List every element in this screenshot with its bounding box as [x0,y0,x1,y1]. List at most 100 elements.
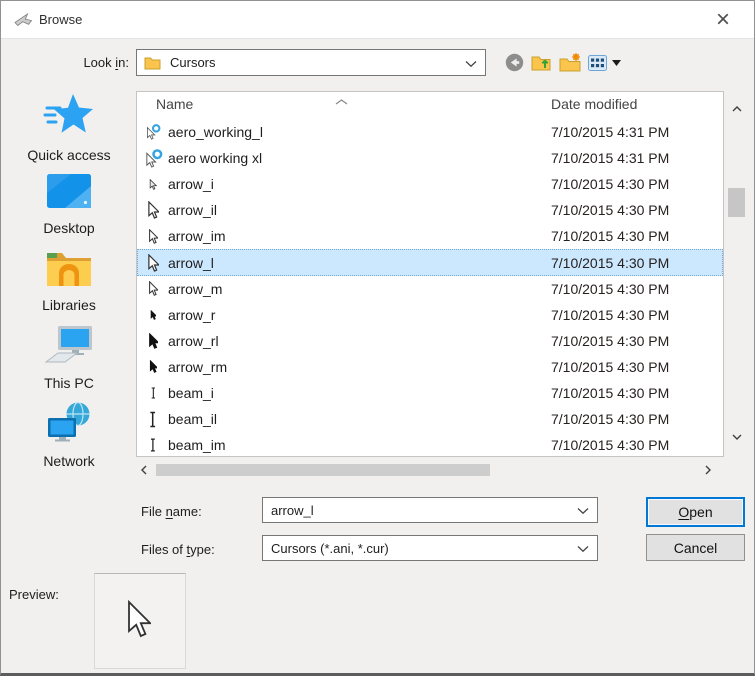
file-date: 7/10/2015 4:31 PM [551,124,669,140]
chevron-down-icon [577,541,589,556]
new-folder-icon[interactable] [559,53,581,72]
file-row[interactable]: beam_il 7/10/2015 4:30 PM [137,406,723,432]
cursor-file-icon [142,201,164,219]
cursor-file-icon [142,333,164,349]
open-button[interactable]: Open [646,497,745,527]
preview-pane [94,573,186,669]
file-list: Name Date modified aero_working_l 7/10/20… [136,91,724,457]
look-in-value: Cursors [170,55,216,70]
file-row[interactable]: arrow_r 7/10/2015 4:30 PM [137,302,723,328]
files-of-type-dropdown[interactable]: Cursors (*.ani, *.cur) [262,535,598,561]
file-name: arrow_im [168,228,226,244]
file-row[interactable]: arrow_m 7/10/2015 4:30 PM [137,276,723,302]
libraries-icon [45,247,93,294]
file-rows: aero_working_l 7/10/2015 4:31 PM aero wor… [137,119,723,458]
browse-dialog: Browse × Look in: Cursors [0,0,755,676]
up-one-level-icon[interactable] [531,53,552,72]
cursor-file-icon [142,360,164,373]
file-date: 7/10/2015 4:30 PM [551,385,669,401]
file-date: 7/10/2015 4:30 PM [551,411,669,427]
file-name: beam_il [168,411,217,427]
sidebar-item-label: Quick access [27,147,110,163]
file-date: 7/10/2015 4:30 PM [551,281,669,297]
look-in-dropdown[interactable]: Cursors [136,49,486,76]
file-name: arrow_il [168,202,217,218]
files-of-type-value: Cursors (*.ani, *.cur) [271,541,389,556]
file-row[interactable]: arrow_rm7/10/2015 4:30 PM [137,354,723,380]
cursor-file-icon [142,149,164,168]
preview-cursor-icon [125,600,151,643]
file-row[interactable]: arrow_im 7/10/2015 4:30 PM [137,223,723,249]
file-name-input[interactable]: arrow_l [262,497,598,523]
file-row[interactable]: arrow_i7/10/2015 4:30 PM [137,171,723,197]
sidebar-item-label: This PC [44,375,94,391]
sidebar-item-this-pc[interactable]: This PC [9,325,129,391]
chevron-down-icon [465,55,477,70]
file-date: 7/10/2015 4:30 PM [551,176,669,192]
file-row[interactable]: aero_working_l 7/10/2015 4:31 PM [137,119,723,145]
files-of-type-label: Files of type: [141,542,215,557]
file-row[interactable]: beam_im 7/10/2015 4:30 PM [137,432,723,458]
file-name: aero_working_l [168,124,263,140]
scroll-up-icon[interactable] [732,99,742,117]
close-icon[interactable]: × [708,5,738,35]
file-row[interactable]: arrow_il 7/10/2015 4:30 PM [137,197,723,223]
vertical-scrollbar[interactable] [725,91,748,457]
window-title: Browse [39,12,82,27]
back-icon[interactable] [505,53,524,72]
navigation-toolbar [505,53,621,72]
cursor-app-icon [14,13,33,32]
sidebar-item-desktop[interactable]: Desktop [9,171,129,236]
cursor-file-icon [142,254,164,272]
sidebar-item-network[interactable]: Network [9,401,129,469]
file-name: arrow_r [168,307,215,323]
horizontal-scrollbar[interactable] [136,461,724,480]
file-date: 7/10/2015 4:30 PM [551,359,669,375]
file-name: arrow_m [168,281,222,297]
preview-label: Preview: [9,587,59,602]
cursor-file-icon [142,179,164,190]
file-date: 7/10/2015 4:31 PM [551,150,669,166]
folder-icon [144,56,161,70]
file-row-selected[interactable]: arrow_l7/10/2015 4:30 PM [137,249,723,275]
chevron-down-icon [577,503,589,518]
cancel-button[interactable]: Cancel [646,534,745,561]
cursor-file-icon [142,229,164,244]
sidebar-item-quick-access[interactable]: Quick access [9,93,129,163]
file-date: 7/10/2015 4:30 PM [551,255,669,271]
file-name: beam_i [168,385,214,401]
column-header-name[interactable]: Name [156,96,193,112]
network-icon [44,401,94,450]
title-bar: Browse × [1,1,754,39]
file-row[interactable]: beam_i 7/10/2015 4:30 PM [137,380,723,406]
file-row[interactable]: aero working xl 7/10/2015 4:31 PM [137,145,723,171]
sidebar-item-libraries[interactable]: Libraries [9,247,129,313]
cursor-file-icon [142,387,164,399]
sidebar-item-label: Libraries [42,297,96,313]
file-name: beam_im [168,437,226,453]
file-row[interactable]: arrow_rl 7/10/2015 4:30 PM [137,328,723,354]
this-pc-icon [44,325,94,372]
column-header-date-modified[interactable]: Date modified [551,96,637,112]
file-name: aero working xl [168,150,262,166]
vertical-scroll-thumb[interactable] [728,188,745,217]
quick-access-icon [43,93,95,144]
sidebar-item-label: Desktop [43,220,94,236]
file-name: arrow_rl [168,333,219,349]
view-menu-icon[interactable] [588,55,607,71]
file-date: 7/10/2015 4:30 PM [551,228,669,244]
file-date: 7/10/2015 4:30 PM [551,437,669,453]
horizontal-scroll-thumb[interactable] [156,464,490,476]
scroll-right-icon[interactable] [705,462,711,480]
cursor-file-icon [142,310,164,320]
cursor-file-icon [142,124,164,140]
desktop-icon [45,171,93,217]
view-menu-caret-icon[interactable] [612,60,621,66]
scroll-left-icon[interactable] [141,462,147,480]
sidebar-item-label: Network [43,453,94,469]
file-date: 7/10/2015 4:30 PM [551,202,669,218]
file-date: 7/10/2015 4:30 PM [551,307,669,323]
file-name-value: arrow_l [271,503,314,518]
file-date: 7/10/2015 4:30 PM [551,333,669,349]
scroll-down-icon[interactable] [732,427,742,445]
